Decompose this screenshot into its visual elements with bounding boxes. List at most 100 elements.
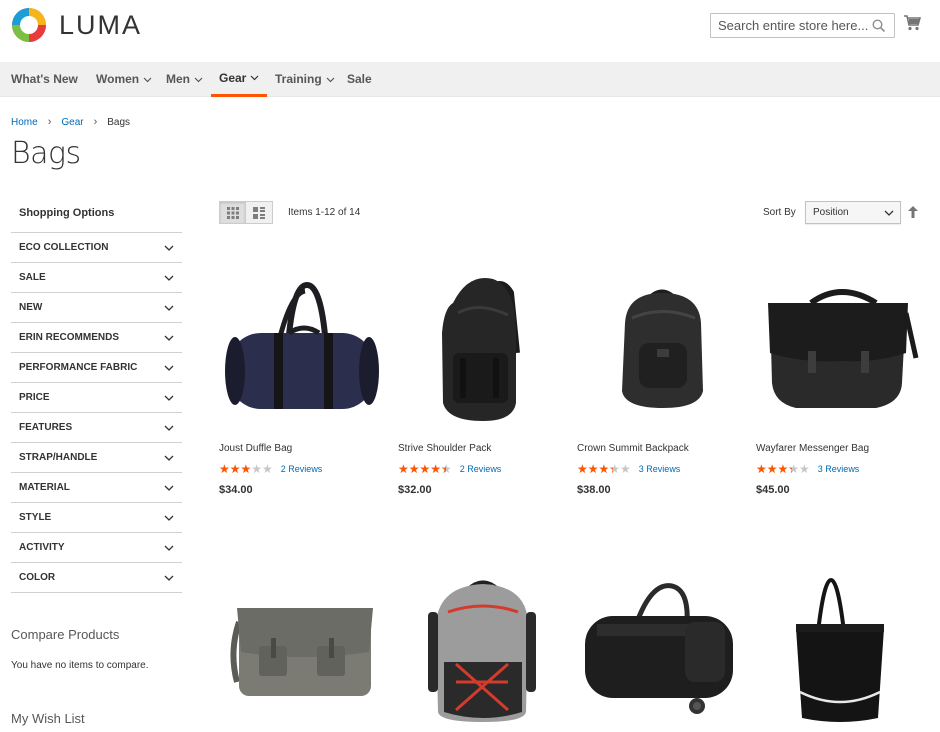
filter-performance-fabric[interactable]: PERFORMANCE FABRIC (11, 352, 182, 382)
reviews-link[interactable]: 2 Reviews (281, 464, 323, 474)
product-item (398, 572, 568, 732)
product-price: $34.00 (219, 484, 253, 496)
product-image-link[interactable] (219, 572, 389, 732)
filter-color[interactable]: COLOR (11, 562, 182, 592)
chevron-down-icon (164, 545, 174, 551)
search-icon[interactable] (872, 19, 886, 33)
filter-material[interactable]: MATERIAL (11, 472, 182, 502)
filter-new[interactable]: NEW (11, 292, 182, 322)
sort-by-select[interactable]: Position (805, 201, 901, 224)
breadcrumb: Home › Gear › Bags (11, 116, 130, 128)
cart-icon[interactable] (903, 14, 921, 32)
product-image-link[interactable] (577, 572, 747, 732)
product-image-link[interactable] (398, 263, 568, 443)
product-name-link[interactable]: Joust Duffle Bag (219, 443, 389, 457)
product-image-link[interactable] (756, 572, 926, 732)
nav-item-sale[interactable]: Sale (347, 62, 372, 97)
product-image-link[interactable] (756, 263, 926, 443)
search-input[interactable] (718, 18, 868, 33)
product-rating: ★★★★★★★★★★ 2 Reviews (398, 462, 568, 476)
product-price: $38.00 (577, 484, 611, 496)
nav-label: Sale (347, 72, 372, 86)
grid-view-button[interactable] (219, 201, 246, 224)
filter-label: ACTIVITY (19, 542, 65, 553)
sort-by-label: Sort By (763, 207, 796, 218)
nav-label: What's New (11, 72, 78, 86)
breadcrumb-current: Bags (107, 116, 131, 128)
chevron-down-icon (143, 77, 152, 82)
gray-backpack-icon (428, 580, 536, 722)
filter-label: FEATURES (19, 422, 73, 433)
nav-label: Gear (219, 70, 247, 85)
wishlist-title: My Wish List (11, 711, 85, 726)
breadcrumb-gear[interactable]: Gear (61, 117, 83, 128)
filter-eco-collection[interactable]: ECO COLLECTION (11, 232, 182, 262)
filter-activity[interactable]: ACTIVITY (11, 532, 182, 562)
chevron-down-icon (164, 335, 174, 341)
main-navigation: What's New Women Men Gear Training Sale (0, 62, 940, 97)
grid-icon (226, 206, 239, 219)
nav-label: Men (166, 72, 190, 86)
filters-title: Shopping Options (19, 207, 115, 219)
nav-item-whats-new[interactable]: What's New (11, 62, 78, 97)
product-item (577, 572, 747, 732)
logo-text: LUMA (59, 9, 143, 40)
filter-label: SALE (19, 272, 46, 283)
chevron-down-icon (164, 575, 174, 581)
chevron-down-icon (164, 395, 174, 401)
logo[interactable]: LUMA (11, 7, 142, 43)
duffle-bag-icon (225, 281, 379, 409)
nav-item-men[interactable]: Men (166, 62, 203, 97)
breadcrumb-separator-icon: › (47, 116, 52, 128)
chevron-down-icon (164, 365, 174, 371)
messenger-bag-icon (768, 289, 919, 408)
reviews-link[interactable]: 3 Reviews (639, 464, 681, 474)
gray-messenger-bag-icon (230, 608, 373, 696)
filter-style[interactable]: STYLE (11, 502, 182, 532)
reviews-link[interactable]: 2 Reviews (460, 464, 502, 474)
product-name-link[interactable]: Wayfarer Messenger Bag (756, 443, 926, 457)
nav-label: Women (96, 72, 140, 86)
product-name-link[interactable]: Crown Summit Backpack (577, 443, 747, 457)
chevron-down-icon (164, 425, 174, 431)
header: LUMA (0, 0, 940, 62)
product-name-link[interactable]: Strive Shoulder Pack (398, 443, 568, 457)
page-title: Bags (11, 136, 81, 171)
product-rating: ★★★★★★★★★★ 3 Reviews (577, 462, 747, 476)
filter-list: ECO COLLECTION SALE NEW ERIN RECOMMENDS … (11, 232, 182, 593)
reviews-link[interactable]: 3 Reviews (818, 464, 860, 474)
nav-item-training[interactable]: Training (275, 62, 335, 97)
list-view-button[interactable] (246, 201, 273, 224)
toolbar-amount: Items 1-12 of 14 (288, 207, 361, 218)
filter-strap-handle[interactable]: STRAP/HANDLE (11, 442, 182, 472)
filter-features[interactable]: FEATURES (11, 412, 182, 442)
search-box[interactable] (710, 13, 895, 38)
chevron-down-icon (884, 210, 894, 216)
filter-sale[interactable]: SALE (11, 262, 182, 292)
filter-erin-recommends[interactable]: ERIN RECOMMENDS (11, 322, 182, 352)
nav-item-women[interactable]: Women (96, 62, 152, 97)
product-item: Wayfarer Messenger Bag ★★★★★★★★★★ 3 Revi… (756, 263, 926, 496)
product-image-link[interactable] (398, 572, 568, 732)
sort-direction-arrow-icon[interactable] (907, 205, 919, 219)
tote-bag-icon (796, 577, 884, 722)
filter-price[interactable]: PRICE (11, 382, 182, 412)
filter-label: ECO COLLECTION (19, 242, 109, 253)
rating-stars-icon: ★★★★★★★★★★ (398, 462, 452, 476)
product-image-link[interactable] (577, 263, 747, 443)
product-image-link[interactable] (219, 263, 389, 443)
product-price: $45.00 (756, 484, 790, 496)
nav-item-gear[interactable]: Gear (211, 62, 268, 97)
sling-pack-icon (442, 278, 520, 421)
rating-stars-icon: ★★★★★★★★★★ (219, 462, 273, 476)
chevron-down-icon (164, 245, 174, 251)
rolling-duffle-icon (585, 583, 733, 714)
rating-stars-icon: ★★★★★★★★★★ (756, 462, 810, 476)
product-rating: ★★★★★★★★★★ 3 Reviews (756, 462, 926, 476)
chevron-down-icon (164, 455, 174, 461)
filter-label: MATERIAL (19, 482, 70, 493)
chevron-down-icon (164, 515, 174, 521)
compare-products-title: Compare Products (11, 627, 120, 642)
breadcrumb-home[interactable]: Home (11, 117, 38, 128)
filter-label: STRAP/HANDLE (19, 452, 98, 463)
